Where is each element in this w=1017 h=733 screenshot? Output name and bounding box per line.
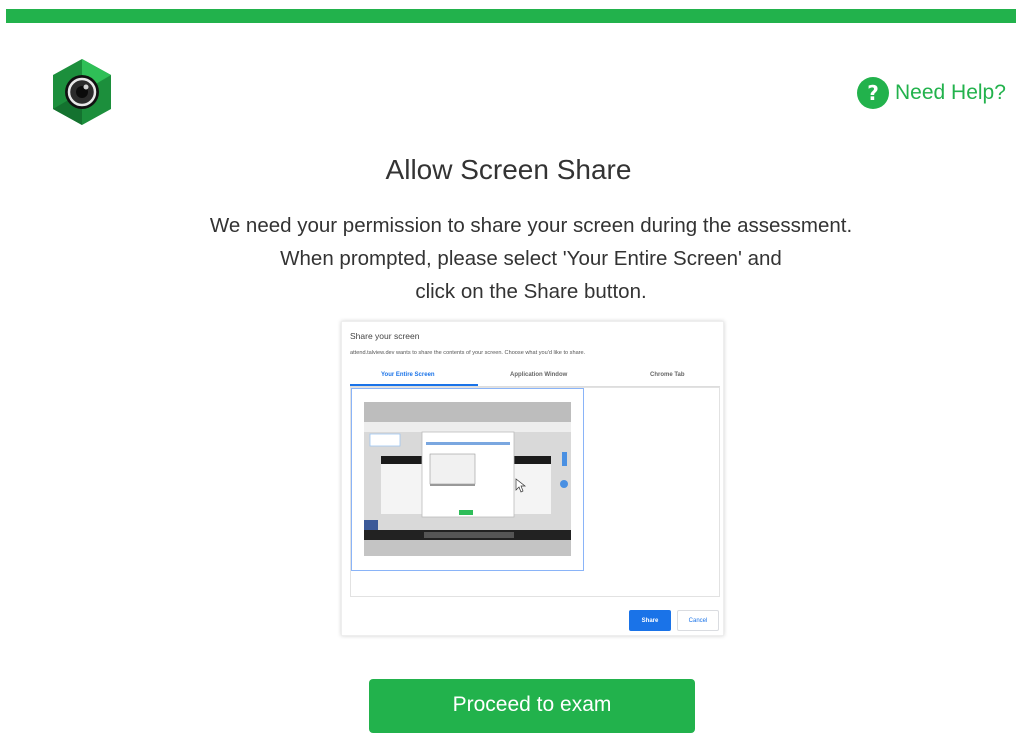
question-circle-icon: ? xyxy=(857,77,889,109)
screen-thumbnail xyxy=(364,402,571,556)
need-help-link[interactable]: ? Need Help? xyxy=(857,77,1006,109)
tab-entire-screen: Your Entire Screen xyxy=(381,372,435,378)
instructions: We need your permission to share your sc… xyxy=(0,209,1017,308)
talview-logo-icon xyxy=(50,57,114,127)
page-title: Allow Screen Share xyxy=(385,154,632,185)
screen-picker-pane xyxy=(350,387,720,597)
dialog-subtitle: attend.talview.dev wants to share the co… xyxy=(350,350,586,356)
instruction-line: click on the Share button. xyxy=(415,280,647,303)
instruction-line: When prompted, please select 'Your Entir… xyxy=(280,247,782,270)
tab-application-window: Application Window xyxy=(510,372,568,378)
top-accent-bar xyxy=(6,9,1016,23)
dialog-tabs: Your Entire Screen Application Window Ch… xyxy=(350,370,720,387)
dialog-share-button: Share xyxy=(629,610,671,631)
need-help-label: Need Help? xyxy=(895,81,1006,104)
active-tab-indicator xyxy=(350,384,478,386)
share-screen-dialog-illustration: Share your screen attend.talview.dev wan… xyxy=(341,321,724,636)
dialog-title: Share your screen xyxy=(350,331,420,341)
instruction-line: We need your permission to share your sc… xyxy=(209,214,853,237)
proceed-to-exam-button[interactable]: Proceed to exam xyxy=(369,679,695,733)
tab-chrome-tab: Chrome Tab xyxy=(650,372,685,378)
entire-screen-option xyxy=(351,388,584,571)
dialog-cancel-button: Cancel xyxy=(677,610,719,631)
